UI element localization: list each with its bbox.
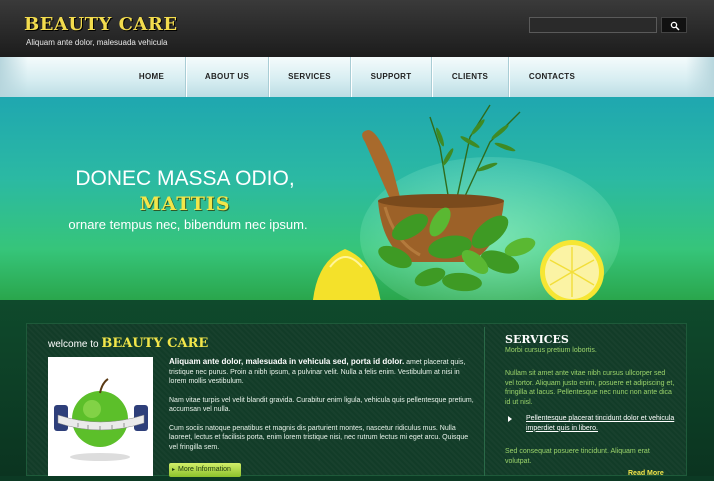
search-input[interactable]	[529, 17, 657, 33]
site-tagline: Aliquam ante dolor, malesuada vehicula	[26, 38, 168, 47]
services-subtitle: Morbi cursus pretium lobortis.	[505, 347, 597, 354]
welcome-paragraph: Aliquam ante dolor, malesuada in vehicul…	[169, 357, 466, 385]
search-icon	[670, 21, 680, 31]
nav-item-contacts[interactable]: CONTACTS	[509, 57, 595, 97]
welcome-lead: Aliquam ante dolor, malesuada in vehicul…	[169, 357, 405, 366]
main-nav: HOME ABOUT US SERVICES SUPPORT CLIENTS C…	[0, 57, 714, 98]
bullet-icon	[508, 416, 512, 422]
nav-item-home[interactable]: HOME	[118, 57, 185, 97]
services-link[interactable]: Pellentesque placerat tincidunt dolor et…	[507, 414, 677, 433]
services-link-list: Pellentesque placerat tincidunt dolor et…	[507, 414, 677, 433]
apple-scale-image	[48, 357, 153, 476]
herbs-mortar-image	[313, 104, 604, 300]
nav-item-about-us[interactable]: ABOUT US	[186, 57, 268, 97]
site-header: BEAUTY CARE Aliquam ante dolor, malesuad…	[0, 0, 714, 57]
nav-item-clients[interactable]: CLIENTS	[432, 57, 508, 97]
apple-measuring-tape-icon	[54, 378, 148, 461]
welcome-paragraph: Cum sociis natoque penatibus et magnis d…	[169, 424, 469, 451]
search-button[interactable]	[661, 17, 687, 33]
nav-item-support[interactable]: SUPPORT	[351, 57, 431, 97]
more-information-button[interactable]: More Information	[169, 463, 241, 477]
services-text-secondary: Sed consequat posuere tincidunt. Aliquam…	[505, 448, 650, 465]
hero-banner: DONEC MASSA ODIO, MATTIS ornare tempus n…	[0, 97, 714, 300]
welcome-prefix: welcome to	[48, 339, 99, 350]
column-divider	[484, 327, 485, 476]
welcome-paragraph: Nam vitae turpis vel velit blandit gravi…	[169, 396, 474, 414]
welcome-body: Aliquam ante dolor, malesuada in vehicul…	[169, 357, 474, 461]
search-box	[529, 17, 687, 33]
nav-item-services[interactable]: SERVICES	[269, 57, 350, 97]
welcome-brand: BEAUTY CARE	[101, 336, 209, 351]
services-title: SERVICES	[505, 333, 569, 346]
welcome-heading: welcome to BEAUTY CARE	[48, 336, 208, 351]
site-logo[interactable]: BEAUTY CARE	[24, 14, 178, 35]
services-text: Nullam sit amet ante vitae nibh cursus u…	[505, 370, 675, 406]
